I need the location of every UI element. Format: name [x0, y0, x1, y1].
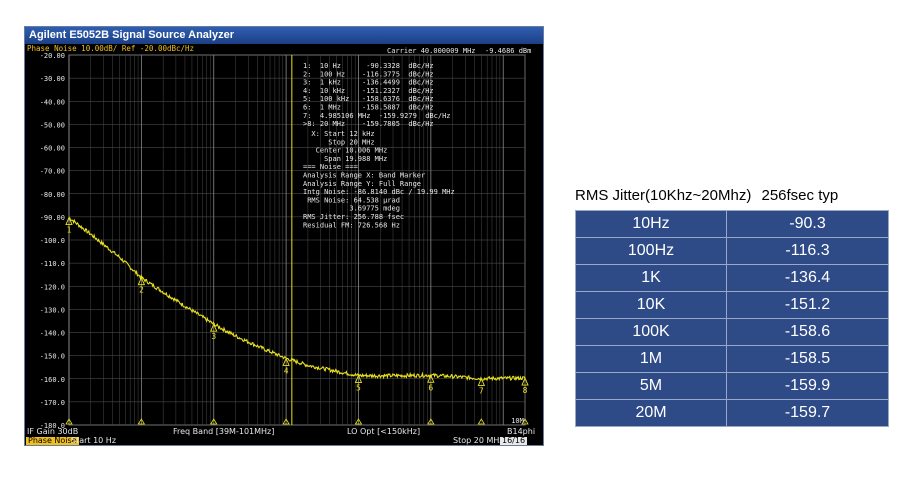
phase-noise-cell: -159.7	[726, 399, 889, 427]
y-tick-label: -40.00	[40, 98, 65, 106]
marker-label: 4	[284, 366, 289, 375]
y-tick-label: -90.00	[40, 214, 65, 222]
jitter-table-row: 100K -158.6	[575, 318, 889, 346]
analysis-readout-line: RMS Jitter: 256.788 fsec	[303, 213, 404, 221]
phase-noise-cell: -158.6	[726, 318, 889, 346]
offset-frequency-cell: 1K	[575, 264, 727, 292]
offset-frequency-cell: 10K	[575, 291, 727, 319]
phase-noise-cell: -116.3	[726, 237, 889, 265]
phase-noise-cell: -136.4	[726, 264, 889, 292]
offset-frequency-cell: 20M	[575, 399, 727, 427]
jitter-table: 10Hz -90.3 100Hz -116.3 1K -136.4 10K -151.2 100…	[575, 210, 889, 427]
analysis-readout-line: Residual FM: 726.568 Hz	[303, 221, 400, 229]
marker-readout-line: 7: 4.985106 MHz -159.9279 dBc/Hz	[303, 112, 451, 120]
window-title: Agilent E5052B Signal Source Analyzer	[25, 27, 543, 44]
plot-area: Phase Noise 10.00dB/ Ref -20.00dBc/Hz Ca…	[25, 44, 543, 430]
carrier-readout: Carrier 40.000009 MHz	[387, 47, 476, 55]
offset-frequency-cell: 5M	[575, 372, 727, 400]
marker-label: 1	[67, 226, 72, 235]
phase-noise-cell: -159.9	[726, 372, 889, 400]
jitter-title: RMS Jitter(10Khz~20Mhz)	[575, 187, 752, 204]
y-tick-label: -70.00	[40, 168, 65, 176]
marker-readout-line: 6: 1 MHz -158.5887 dBc/Hz	[303, 104, 434, 112]
marker-readout-line: 4: 10 kHz -151.2327 dBc/Hz	[303, 87, 434, 95]
analyzer-window: Agilent E5052B Signal Source Analyzer Ph…	[24, 26, 544, 446]
analysis-readout-line: Intg Noise: -86.8140 dBc / 19.99 MHz	[303, 188, 455, 196]
phase-noise-cell: -158.5	[726, 345, 889, 373]
jitter-table-row: 1K -136.4	[575, 264, 889, 292]
marker-label: 6	[428, 383, 433, 392]
marker-readout-line: >8: 20 MHz -159.7805 dBc/Hz	[303, 120, 434, 128]
freq-band-status: Freq Band [39M-101MHz]	[173, 427, 275, 436]
jitter-table-row: 20M -159.7	[575, 399, 889, 427]
jitter-title-row: RMS Jitter(10Khz~20Mhz) 256fsec typ	[575, 184, 895, 208]
marker-readout: 1: 10 Hz -90.3328 dBc/Hz2: 100 Hz -116.3…	[303, 62, 451, 128]
status-bar: IF Gain 30dB Freq Band [39M-101MHz] LO O…	[25, 428, 543, 445]
marker-label: 8	[523, 386, 528, 395]
corner-status: B14phi	[507, 427, 536, 436]
marker-label: 5	[356, 384, 361, 393]
stop-freq-status: Stop 20 MHz	[453, 436, 504, 445]
if-gain-status: IF Gain 30dB	[27, 427, 79, 436]
analysis-readout-line: Analysis Range Y: Full Range	[303, 180, 421, 188]
y-tick-label: -170.0	[40, 399, 65, 407]
y-tick-label: -110.0	[40, 260, 65, 268]
jitter-table-row: 1M -158.5	[575, 345, 889, 373]
y-tick-label: -140.0	[40, 330, 65, 338]
y-tick-label: -30.00	[40, 75, 65, 83]
marker-readout-line: 1: 10 Hz -90.3328 dBc/Hz	[303, 62, 434, 70]
marker-readout-line: 2: 100 Hz -116.3775 dBc/Hz	[303, 70, 434, 78]
analysis-readout-line: X: Start 12 kHz	[303, 130, 375, 138]
x-tick-label: 10M	[511, 417, 524, 425]
jitter-summary: RMS Jitter(10Khz~20Mhz) 256fsec typ 10Hz…	[575, 184, 895, 427]
y-tick-label: -120.0	[40, 283, 65, 291]
phase-noise-cell: -90.3	[726, 210, 889, 238]
y-tick-label: -100.0	[40, 237, 65, 245]
offset-frequency-cell: 100Hz	[575, 237, 727, 265]
marker-label: 7	[479, 387, 484, 396]
phase-noise-chart: Phase Noise 10.00dB/ Ref -20.00dBc/Hz Ca…	[25, 44, 543, 430]
marker-label: 3	[211, 332, 216, 341]
jitter-table-row: 10Hz -90.3	[575, 210, 889, 238]
y-tick-label: -130.0	[40, 306, 65, 314]
jitter-table-row: 10K -151.2	[575, 291, 889, 319]
y-tick-label: -60.00	[40, 145, 65, 153]
page-indicator[interactable]: 16/16	[500, 437, 528, 445]
jitter-table-row: 5M -159.9	[575, 372, 889, 400]
offset-frequency-cell: 100K	[575, 318, 727, 346]
phase-noise-cell: -151.2	[726, 291, 889, 319]
y-tick-label: -80.00	[40, 191, 65, 199]
offset-frequency-cell: 10Hz	[575, 210, 727, 238]
analysis-readout-line: RMS Noise: 64.538 µrad	[303, 196, 400, 204]
carrier-power-readout: -9.4686 dBm	[485, 47, 531, 55]
jitter-table-row: 100Hz -116.3	[575, 237, 889, 265]
marker-label: 2	[139, 286, 144, 295]
marker-readout-line: 3: 1 kHz -136.4499 dBc/Hz	[303, 79, 434, 87]
analysis-readout-line: Span 19.988 MHz	[303, 155, 387, 163]
y-tick-label: -20.00	[40, 52, 65, 60]
lo-opt-status: LO Opt [<150kHz]	[347, 427, 421, 436]
analysis-readout-line: 3.69775 mdeg	[303, 205, 400, 213]
offset-frequency-cell: 1M	[575, 345, 727, 373]
analysis-readout-line: === Noise ===	[303, 163, 358, 171]
marker-readout-line: 5: 100 kHz -158.6376 dBc/Hz	[303, 95, 434, 103]
analysis-readout-line: Analysis Range X: Band Marker	[303, 172, 425, 180]
analysis-readout-line: Center 10.006 MHz	[303, 147, 387, 155]
analysis-readout-line: Stop 20 MHz	[303, 138, 375, 146]
y-tick-label: -50.00	[40, 121, 65, 129]
y-tick-label: -150.0	[40, 353, 65, 361]
jitter-subtitle: 256fsec typ	[761, 187, 839, 204]
start-freq-status: Start 10 Hz	[71, 436, 117, 445]
y-tick-label: -160.0	[40, 376, 65, 384]
